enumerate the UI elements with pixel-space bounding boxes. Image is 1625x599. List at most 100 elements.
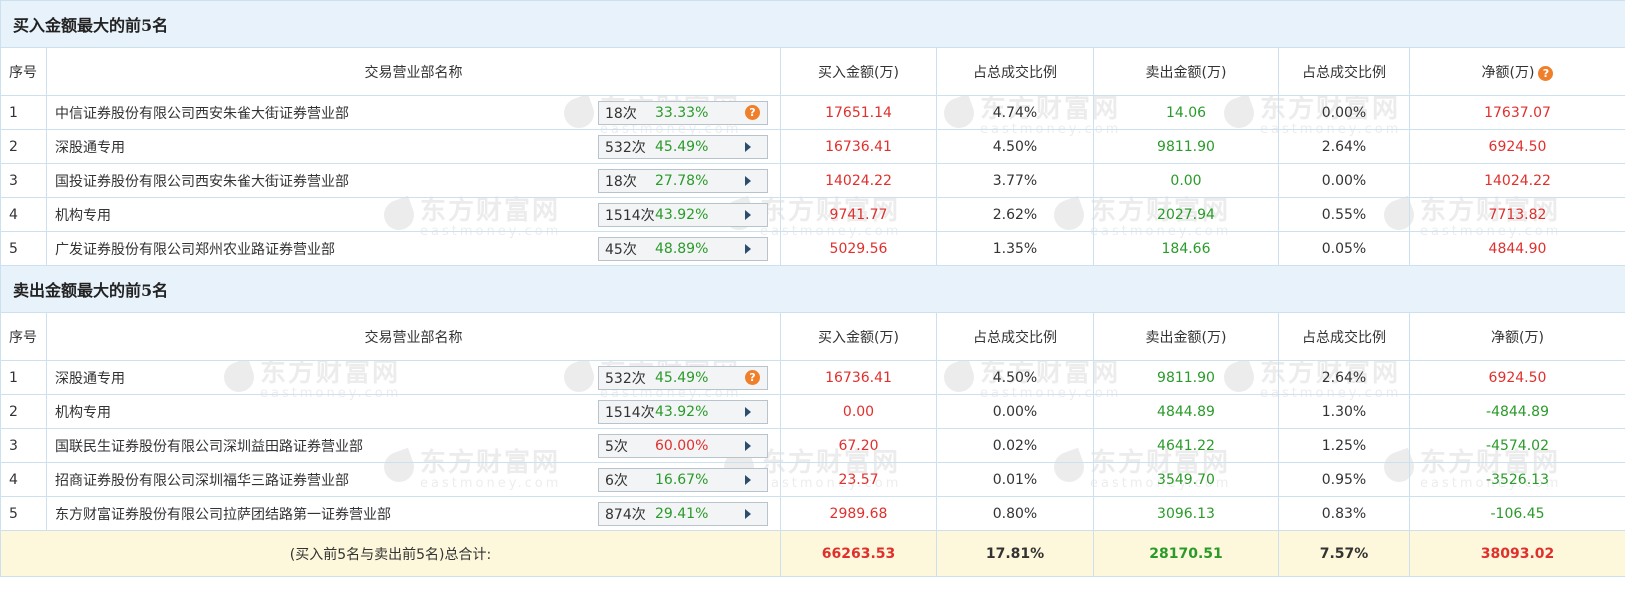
broker-name-cell: 中信证券股份有限公司西安朱雀大街证券营业部 18次 33.33%? bbox=[46, 95, 781, 130]
net-amount: 6924.50 bbox=[1408, 360, 1625, 395]
question-icon[interactable]: ? bbox=[745, 370, 760, 385]
sell-amount: 3096.13 bbox=[1093, 496, 1279, 531]
table-header-row: 序号 交易营业部名称 买入金额(万) 占总成交比例 卖出金额(万) 占总成交比例 净额(万) bbox=[0, 312, 1625, 361]
arrow-right-icon[interactable] bbox=[745, 209, 751, 220]
listing-count: 45次 bbox=[605, 241, 637, 258]
arrow-right-icon[interactable] bbox=[745, 474, 751, 485]
dragon-tiger-table-page: 东方财富网eastmoney.com东方财富网eastmoney.com东方财富… bbox=[0, 0, 1625, 599]
broker-name[interactable]: 深股通专用 bbox=[53, 137, 125, 157]
broker-stats-badge[interactable]: 45次 48.89% bbox=[598, 236, 768, 261]
broker-name[interactable]: 深股通专用 bbox=[53, 368, 125, 388]
total-net-amount: 38093.02 bbox=[1408, 530, 1625, 577]
column-header-label: 占总成交比例 bbox=[1302, 64, 1386, 81]
total-row: (买入前5名与卖出前5名)总合计: 66263.53 17.81% 28170.51 7… bbox=[0, 530, 1625, 577]
section-title: 卖出金额最大的前5名 bbox=[0, 265, 1625, 313]
broker-name[interactable]: 东方财富证券股份有限公司拉萨团结路第一证券营业部 bbox=[53, 504, 391, 524]
broker-stats-badge[interactable]: 18次 33.33%? bbox=[598, 100, 768, 125]
listing-count: 532次 bbox=[605, 139, 646, 156]
net-amount: -4574.02 bbox=[1408, 428, 1625, 463]
buy-amount: 0.00 bbox=[780, 394, 937, 429]
buy-ratio: 4.74% bbox=[936, 95, 1094, 130]
table-row: 3 国投证券股份有限公司西安朱雀大街证券营业部 18次 27.78% 14024.22 3… bbox=[0, 163, 1625, 198]
sell-amount: 3549.70 bbox=[1093, 462, 1279, 497]
column-header-label: 序号 bbox=[9, 329, 37, 346]
broker-name-cell: 机构专用 1514次 43.92% bbox=[46, 197, 781, 232]
arrow-right-icon[interactable] bbox=[745, 406, 751, 417]
buy-ratio: 2.62% bbox=[936, 197, 1094, 232]
total-buy-ratio: 17.81% bbox=[936, 530, 1094, 577]
arrow-right-icon[interactable] bbox=[745, 440, 751, 451]
sell-ratio: 0.00% bbox=[1278, 95, 1410, 130]
table-row: 2 机构专用 1514次 43.92% 0.00 0.00% 4844.89 1.30% -48… bbox=[0, 394, 1625, 429]
broker-name[interactable]: 机构专用 bbox=[53, 402, 111, 422]
column-header-label: 净额(万) bbox=[1491, 329, 1544, 346]
broker-name[interactable]: 机构专用 bbox=[53, 205, 111, 225]
arrow-right-icon[interactable] bbox=[745, 508, 751, 519]
win-rate: 48.89% bbox=[655, 240, 709, 257]
sell-ratio: 0.83% bbox=[1278, 496, 1410, 531]
broker-stats-badge[interactable]: 532次 45.49% bbox=[598, 134, 768, 159]
table-row: 2 深股通专用 532次 45.49% 16736.41 4.50% 9811.90 2.64… bbox=[0, 129, 1625, 164]
row-index: 1 bbox=[0, 95, 47, 130]
buy-ratio: 4.50% bbox=[936, 129, 1094, 164]
broker-stats-badge[interactable]: 6次 16.67% bbox=[598, 467, 768, 492]
column-header-label: 占总成交比例 bbox=[973, 329, 1057, 346]
broker-name-wrap: 广发证券股份有限公司郑州农业路证券营业部 45次 48.89% bbox=[53, 236, 774, 261]
listing-count: 532次 bbox=[605, 370, 646, 387]
broker-stats-badge[interactable]: 532次 45.49%? bbox=[598, 365, 768, 390]
listing-count: 18次 bbox=[605, 105, 637, 122]
sell-ratio: 2.64% bbox=[1278, 360, 1410, 395]
column-header: 买入金额(万) bbox=[780, 47, 937, 96]
broker-name[interactable]: 国联民生证券股份有限公司深圳益田路证券营业部 bbox=[53, 436, 363, 456]
net-amount: 4844.90 bbox=[1408, 231, 1625, 266]
broker-stats-badge[interactable]: 18次 27.78% bbox=[598, 168, 768, 193]
buy-ratio: 1.35% bbox=[936, 231, 1094, 266]
broker-name[interactable]: 国投证券股份有限公司西安朱雀大街证券营业部 bbox=[53, 171, 349, 191]
column-header-label: 序号 bbox=[9, 64, 37, 81]
broker-name-cell: 深股通专用 532次 45.49%? bbox=[46, 360, 781, 395]
question-icon[interactable]: ? bbox=[1538, 65, 1554, 81]
sell-ratio: 0.55% bbox=[1278, 197, 1410, 232]
buy-amount: 2989.68 bbox=[780, 496, 937, 531]
broker-name[interactable]: 广发证券股份有限公司郑州农业路证券营业部 bbox=[53, 239, 335, 259]
broker-name[interactable]: 中信证券股份有限公司西安朱雀大街证券营业部 bbox=[53, 103, 349, 123]
column-header: 交易营业部名称 bbox=[46, 312, 781, 361]
column-header-label: 买入金额(万) bbox=[818, 64, 899, 81]
broker-name-cell: 招商证券股份有限公司深圳福华三路证券营业部 6次 16.67% bbox=[46, 462, 781, 497]
broker-stats-badge[interactable]: 874次 29.41% bbox=[598, 501, 768, 526]
sell-amount: 184.66 bbox=[1093, 231, 1279, 266]
total-label: (买入前5名与卖出前5名)总合计: bbox=[0, 530, 781, 577]
total-sell-ratio: 7.57% bbox=[1278, 530, 1410, 577]
column-header-label: 卖出金额(万) bbox=[1145, 64, 1227, 81]
arrow-right-icon[interactable] bbox=[745, 141, 751, 152]
win-rate: 45.49% bbox=[655, 369, 709, 386]
broker-stats-badge[interactable]: 1514次 43.92% bbox=[598, 399, 768, 424]
question-icon[interactable]: ? bbox=[745, 105, 760, 120]
broker-name[interactable]: 招商证券股份有限公司深圳福华三路证券营业部 bbox=[53, 470, 349, 490]
broker-stats-badge[interactable]: 5次 60.00% bbox=[598, 433, 768, 458]
column-header: 净额(万)? bbox=[1408, 47, 1625, 96]
win-rate: 45.49% bbox=[655, 138, 709, 155]
sell-amount: 14.06 bbox=[1093, 95, 1279, 130]
broker-name-wrap: 招商证券股份有限公司深圳福华三路证券营业部 6次 16.67% bbox=[53, 467, 774, 492]
listing-count: 5次 bbox=[605, 438, 628, 455]
arrow-right-icon[interactable] bbox=[745, 175, 751, 186]
buy-amount: 23.57 bbox=[780, 462, 937, 497]
sell-amount: 9811.90 bbox=[1093, 129, 1279, 164]
win-rate: 60.00% bbox=[655, 437, 709, 454]
win-rate: 43.92% bbox=[655, 403, 709, 420]
net-amount: -3526.13 bbox=[1408, 462, 1625, 497]
listing-count: 18次 bbox=[605, 173, 637, 190]
arrow-right-icon[interactable] bbox=[745, 243, 751, 254]
table-row: 1 中信证券股份有限公司西安朱雀大街证券营业部 18次 33.33%? 17651.14… bbox=[0, 95, 1625, 130]
broker-stats-badge[interactable]: 1514次 43.92% bbox=[598, 202, 768, 227]
broker-name-cell: 国投证券股份有限公司西安朱雀大街证券营业部 18次 27.78% bbox=[46, 163, 781, 198]
column-header: 占总成交比例 bbox=[1278, 312, 1410, 361]
buy-ratio: 3.77% bbox=[936, 163, 1094, 198]
column-header-label: 占总成交比例 bbox=[1302, 329, 1386, 346]
total-sell-amount: 28170.51 bbox=[1093, 530, 1279, 577]
total-buy-amount: 66263.53 bbox=[780, 530, 937, 577]
column-header: 交易营业部名称 bbox=[46, 47, 781, 96]
row-index: 5 bbox=[0, 231, 47, 266]
row-index: 4 bbox=[0, 462, 47, 497]
